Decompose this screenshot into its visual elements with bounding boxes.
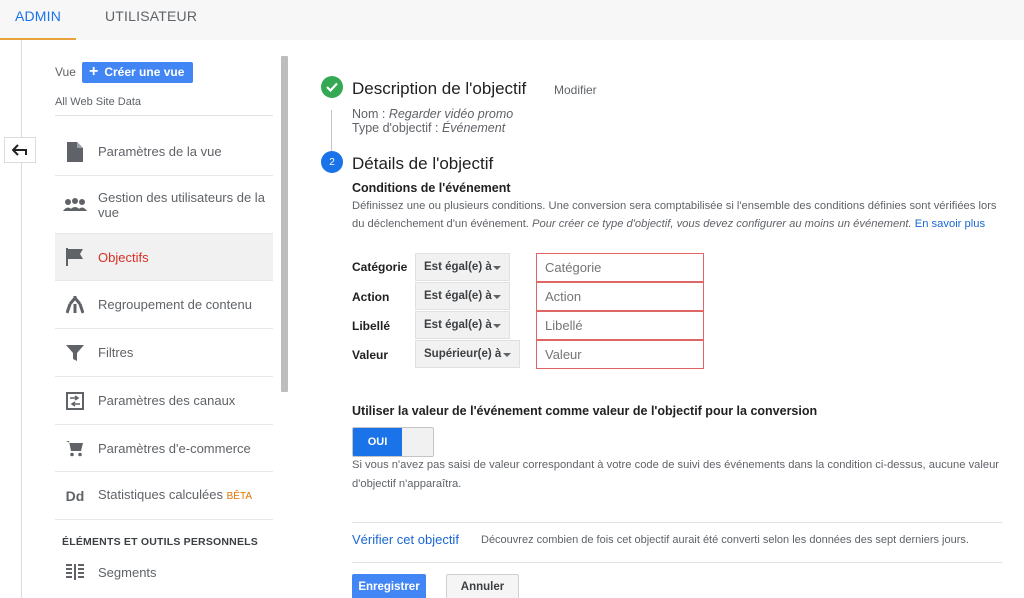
nav-item-calculated-metrics[interactable]: Dd Statistiques calculées BÊTA xyxy=(55,472,273,520)
tab-admin[interactable]: ADMIN xyxy=(0,0,76,40)
chevron-down-icon xyxy=(503,353,511,357)
section-heading-personal-tools: ÉLÉMENTS ET OUTILS PERSONNELS xyxy=(62,536,258,548)
merge-icon xyxy=(63,293,87,317)
filter-icon xyxy=(63,341,87,365)
collapse-back-button[interactable] xyxy=(4,137,36,163)
toggle-on-label: OUI xyxy=(353,428,402,456)
operator-dropdown-category[interactable]: Est égal(e) à xyxy=(415,253,510,281)
nav-item-channel-settings[interactable]: Paramètres des canaux xyxy=(55,377,273,425)
view-label: Vue xyxy=(55,65,76,79)
nav-item-label: Regroupement de contenu xyxy=(98,297,252,312)
nav-item-user-management[interactable]: Gestion des utilisateurs de la vue xyxy=(55,176,273,234)
operator-dropdown-label[interactable]: Est égal(e) à xyxy=(415,311,510,339)
nav-item-label: Paramètres des canaux xyxy=(98,393,236,408)
top-tab-bar: ADMIN UTILISATEUR xyxy=(0,0,1024,40)
plus-icon: + xyxy=(89,63,99,80)
divider xyxy=(352,562,1002,563)
rail-line xyxy=(21,40,22,598)
goal-description-title: Description de l'objectif xyxy=(352,79,527,98)
chevron-down-icon xyxy=(493,266,501,270)
tab-utilisateur[interactable]: UTILISATEUR xyxy=(105,0,197,40)
chevron-down-icon xyxy=(493,324,501,328)
condition-label-category: Catégorie xyxy=(352,260,408,274)
users-icon xyxy=(63,193,87,217)
channels-icon xyxy=(63,389,87,413)
category-input[interactable]: Catégorie xyxy=(536,253,704,282)
goal-name: Nom : Regarder vidéo promo xyxy=(352,107,514,121)
nav-scrollbar[interactable] xyxy=(281,56,288,392)
checkmark-icon xyxy=(321,76,343,98)
nav-item-view-settings[interactable]: Paramètres de la vue xyxy=(55,128,273,176)
modify-link[interactable]: Modifier xyxy=(554,83,597,97)
nav-item-filters[interactable]: Filtres xyxy=(55,329,273,377)
save-button[interactable]: Enregistrer xyxy=(352,574,426,598)
chevron-down-icon xyxy=(493,295,501,299)
operator-dropdown-value[interactable]: Supérieur(e) à xyxy=(415,340,520,368)
toggle-hint: Si vous n'avez pas saisi de valeur corre… xyxy=(352,459,1000,490)
nav-item-label: Segments xyxy=(98,564,157,580)
verify-goal-link[interactable]: Vérifier cet objectif xyxy=(352,532,459,547)
goal-details-title: Détails de l'objectif xyxy=(352,154,494,173)
label-input[interactable]: Libellé xyxy=(536,311,704,340)
nav-item-label: Gestion des utilisateurs de la vue xyxy=(98,189,265,220)
nav-item-segments[interactable]: Segments xyxy=(55,554,273,590)
cancel-button[interactable]: Annuler xyxy=(446,574,519,598)
action-input[interactable]: Action xyxy=(536,282,704,311)
beta-badge: BÊTA xyxy=(226,491,253,502)
nav-item-ecommerce-settings[interactable]: Paramètres d'e-commerce xyxy=(55,425,273,472)
goal-editor: Description de l'objectif Modifier Nom :… xyxy=(300,40,1024,598)
event-conditions-title: Conditions de l'événement xyxy=(352,181,511,195)
use-event-value-toggle[interactable]: OUI xyxy=(352,427,434,457)
condition-label-value: Valeur xyxy=(352,348,389,362)
operator-dropdown-action[interactable]: Est égal(e) à xyxy=(415,282,510,310)
nav-item-label: Filtres xyxy=(98,345,134,360)
view-row: Vue + Créer une vue xyxy=(55,61,194,83)
dd-icon: Dd xyxy=(65,487,85,504)
step-number-badge: 2 xyxy=(321,151,343,173)
create-view-button[interactable]: + Créer une vue xyxy=(82,61,194,83)
nav-item-label: Paramètres d'e-commerce xyxy=(98,440,251,456)
toggle-knob xyxy=(402,428,433,456)
use-event-value-title: Utiliser la valeur de l'événement comme … xyxy=(352,404,818,418)
divider xyxy=(352,522,1002,523)
nav-item-label: Objectifs xyxy=(98,249,149,265)
flag-icon xyxy=(63,245,87,269)
nav-item-label: Paramètres de la vue xyxy=(98,144,222,159)
cart-icon xyxy=(63,436,87,460)
view-selector[interactable]: All Web Site Data xyxy=(55,96,141,108)
segments-icon xyxy=(63,560,87,584)
document-icon xyxy=(63,140,87,164)
value-input[interactable]: Valeur xyxy=(536,340,704,369)
back-arrow-icon xyxy=(12,144,27,156)
nav-item-goals[interactable]: Objectifs xyxy=(55,234,273,281)
condition-label-label: Libellé xyxy=(352,319,391,333)
learn-more-link[interactable]: En savoir plus xyxy=(915,218,985,230)
verify-goal-description: Découvrez combien de fois cet objectif a… xyxy=(481,534,969,546)
step-connector xyxy=(331,110,332,152)
nav-item-label: Statistiques calculées BÊTA xyxy=(98,487,253,502)
event-conditions-description: Définissez une ou plusieurs conditions. … xyxy=(352,200,997,230)
condition-label-action: Action xyxy=(352,290,390,304)
create-view-label: Créer une vue xyxy=(104,65,185,79)
divider xyxy=(55,115,273,116)
goal-type: Type d'objectif : Événement xyxy=(352,121,506,135)
nav-item-content-grouping[interactable]: Regroupement de contenu xyxy=(55,281,273,329)
